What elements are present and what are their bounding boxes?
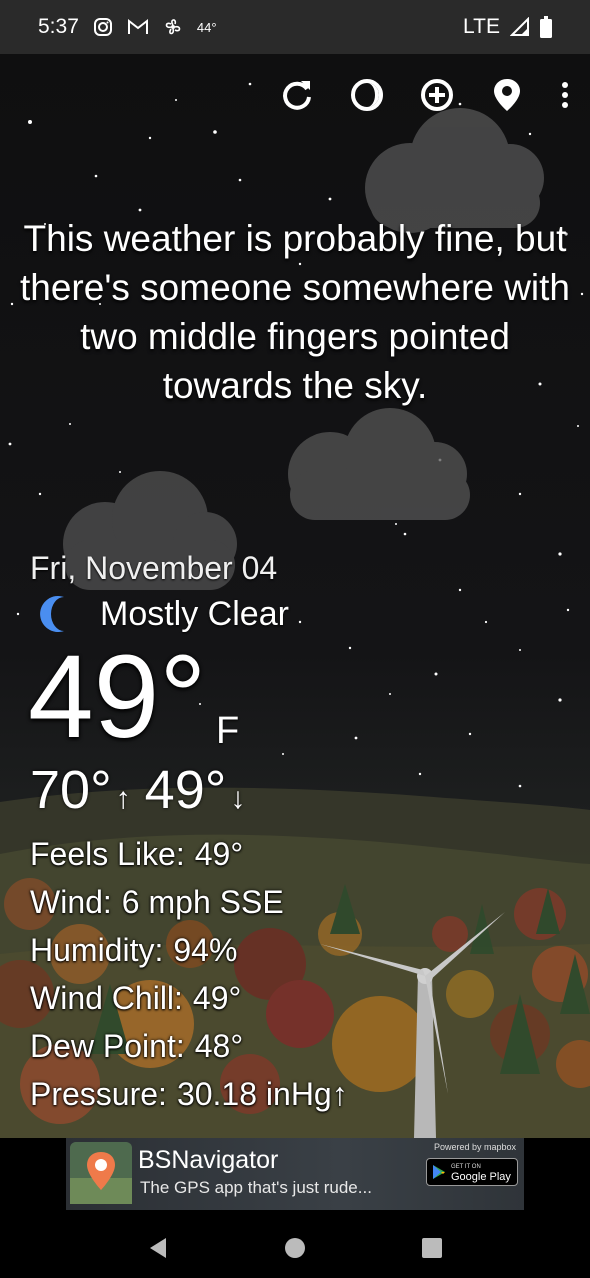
condition-text: Mostly Clear: [100, 594, 289, 633]
cloud-illustration: [288, 408, 470, 520]
detail-value: 49°: [194, 836, 244, 872]
detail-label: Humidity:: [30, 932, 164, 968]
high-temp: 70°: [30, 760, 112, 820]
detail-value: 94%: [173, 932, 238, 968]
signal-icon: [510, 17, 530, 37]
detail-row: Wind Chill: 49°: [30, 974, 348, 1022]
forecast-date: Fri, November 04: [30, 550, 278, 586]
battery-icon: [540, 16, 552, 38]
google-play-badge[interactable]: GET IT ON Google Play: [426, 1158, 518, 1186]
current-temperature: 49°: [28, 631, 207, 763]
detail-row: Feels Like: 49°: [30, 830, 348, 878]
status-time: 5:37: [38, 15, 79, 38]
ad-banner-area: BSNavigator The GPS app that's just rude…: [0, 1138, 590, 1218]
store-big-text: Google Play: [451, 1171, 511, 1183]
status-temp: 44°: [196, 19, 217, 35]
location-pin-icon[interactable]: [488, 76, 526, 114]
detail-label: Wind:: [30, 884, 112, 920]
high-low-temps: 70° ↑ 49° ↓: [30, 758, 259, 831]
ad-powered-by: Powered by mapbox: [433, 1142, 516, 1152]
weather-screen: This weather is probably fine, but there…: [0, 54, 590, 1138]
home-icon[interactable]: [283, 1236, 307, 1260]
detail-row: Humidity: 94%: [30, 926, 348, 974]
gmail-icon: [127, 18, 149, 36]
fan-icon: [163, 17, 183, 37]
status-bar: 5:37 44° LTE: [0, 0, 590, 54]
ad-app-logo: [70, 1142, 132, 1204]
instagram-icon: [93, 17, 113, 37]
ad-banner[interactable]: BSNavigator The GPS app that's just rude…: [66, 1138, 524, 1210]
toolbar: [278, 76, 572, 114]
detail-value: 30.18 inHg↑: [176, 1076, 348, 1112]
down-arrow-icon: ↓: [230, 782, 246, 815]
detail-label: Feels Like:: [30, 836, 185, 872]
detail-label: Dew Point:: [30, 1028, 185, 1064]
more-vert-icon[interactable]: [558, 76, 572, 114]
detail-value: 49°: [192, 980, 242, 1016]
play-store-icon: [433, 1165, 445, 1179]
detail-row: Dew Point: 48°: [30, 1022, 348, 1070]
detail-label: Wind Chill:: [30, 980, 183, 1016]
add-location-icon[interactable]: [418, 76, 456, 114]
temperature-unit: F: [216, 710, 240, 752]
weather-quote: This weather is probably fine, but there…: [20, 218, 570, 406]
low-temp: 49°: [144, 760, 227, 820]
detail-value: 48°: [194, 1028, 244, 1064]
detail-row: Wind: 6 mph SSE: [30, 878, 348, 926]
back-icon[interactable]: [146, 1236, 170, 1260]
navigation-bar: [0, 1218, 590, 1278]
detail-value: 6 mph SSE: [121, 884, 284, 920]
refresh-icon[interactable]: [278, 76, 316, 114]
detail-row: Pressure: 30.18 inHg↑: [30, 1070, 348, 1118]
ad-subtitle: The GPS app that's just rude...: [140, 1178, 372, 1197]
theme-icon[interactable]: [348, 76, 386, 114]
up-arrow-icon: ↑: [115, 782, 131, 815]
ad-title: BSNavigator: [138, 1146, 279, 1174]
moon-icon: [40, 596, 64, 632]
recents-icon[interactable]: [420, 1236, 444, 1260]
condition-row: Mostly Clear: [38, 594, 289, 634]
detail-label: Pressure:: [30, 1076, 167, 1112]
weather-details: Feels Like: 49° Wind: 6 mph SSE Humidity: 9…: [30, 830, 348, 1118]
network-type: LTE: [463, 15, 500, 38]
